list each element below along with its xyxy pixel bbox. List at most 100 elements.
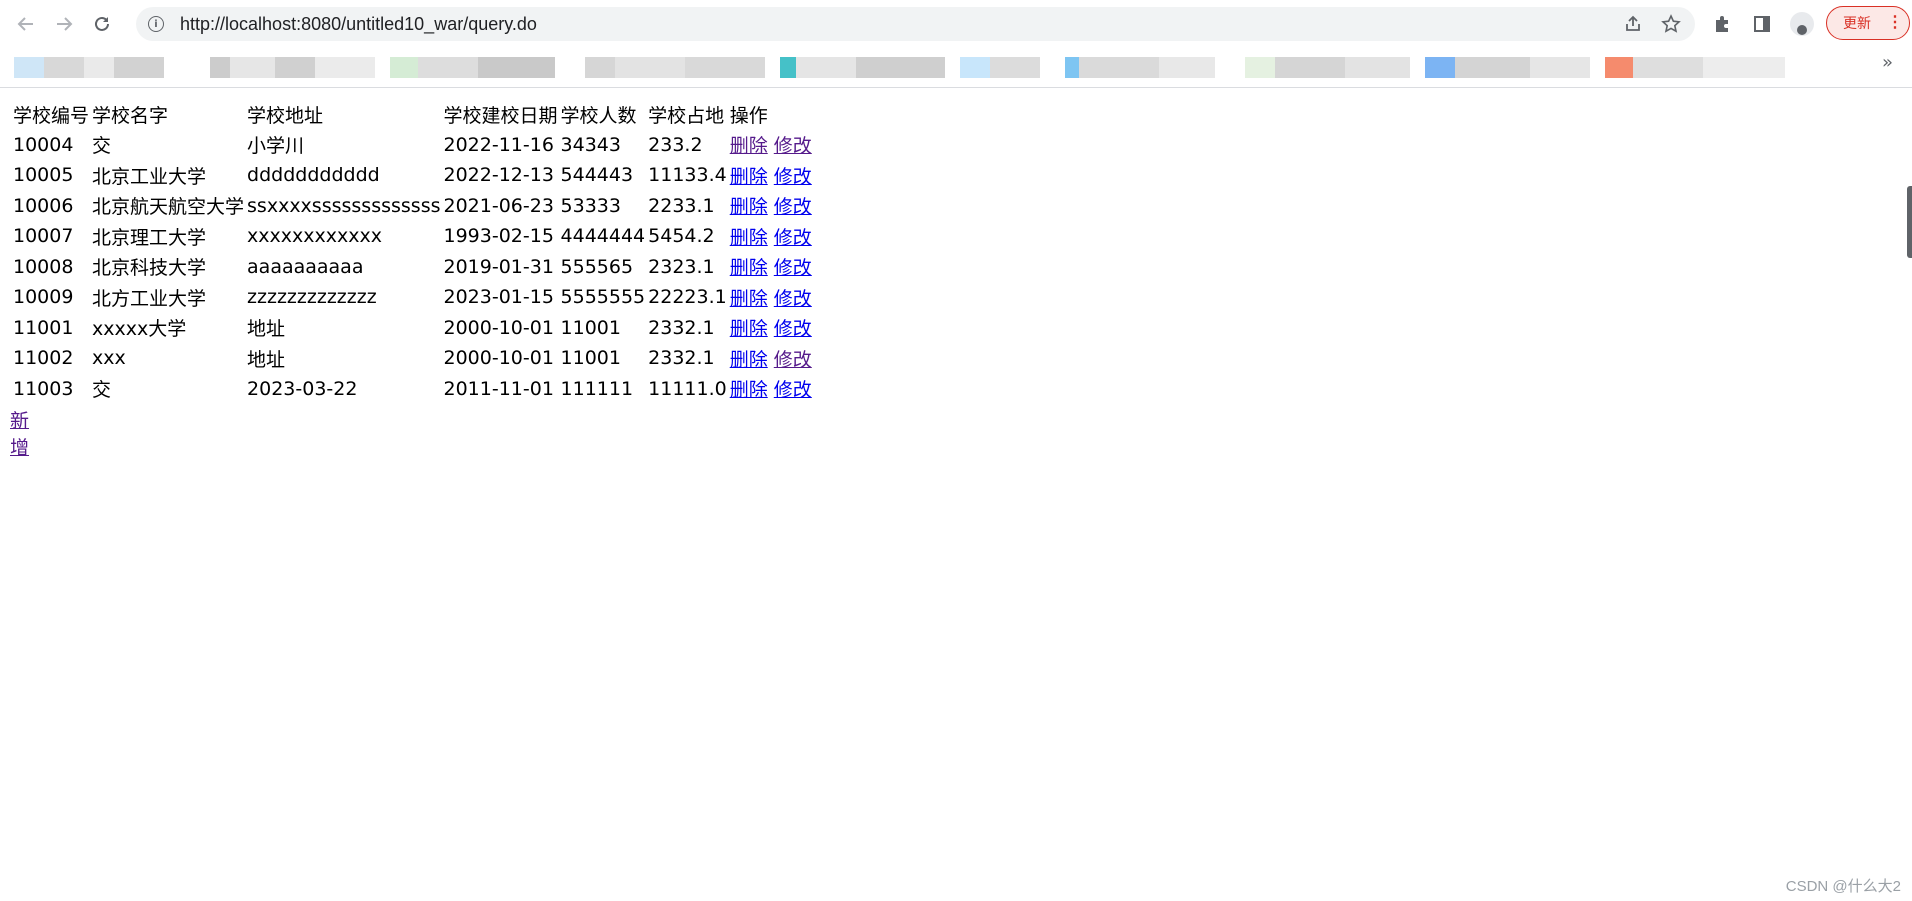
cell-student-count: 555565: [560, 255, 634, 278]
cell-actions: 删除 修改: [730, 160, 812, 191]
bookmark-item[interactable]: [960, 57, 1040, 78]
cell-school-name: 北京工业大学: [92, 165, 207, 188]
bookmark-item[interactable]: [780, 57, 945, 78]
edit-link[interactable]: 修改: [774, 318, 812, 340]
header-founded-date: 学校建校日期: [443, 104, 558, 127]
cell-school-id: 10007: [13, 225, 74, 248]
cell-area: 233.2: [648, 133, 703, 156]
address-bar[interactable]: i http://localhost:8080/untitled10_war/q…: [136, 7, 1695, 41]
edit-link[interactable]: 修改: [774, 166, 812, 188]
header-actions: 操作: [729, 104, 768, 127]
cell-school-address: 地址: [247, 318, 286, 341]
cell-founded-date: 1993-02-15: [443, 225, 554, 248]
cell-founded-date: 2021-06-23: [443, 194, 554, 217]
cell-founded-date: 2011-11-01: [443, 377, 554, 400]
cell-founded-date: 2022-12-13: [443, 164, 554, 187]
table-row: 11002 xxx 地址 2000-10-01 11001 2332.1 删除 修改: [13, 343, 812, 374]
edit-link[interactable]: 修改: [774, 196, 812, 218]
cell-school-id: 11001: [13, 316, 74, 339]
header-area: 学校占地: [648, 104, 725, 127]
bookmark-item[interactable]: [14, 57, 164, 78]
header-school-id: 学校编号: [13, 104, 90, 127]
cell-school-address: ddddddddddd: [247, 164, 380, 187]
update-button[interactable]: 更新 ⋮: [1826, 6, 1910, 40]
edit-link[interactable]: 修改: [774, 379, 812, 401]
bookmark-item[interactable]: [1245, 57, 1410, 78]
cell-student-count: 11001: [560, 347, 621, 370]
cell-actions: 删除 修改: [730, 282, 812, 313]
edit-link[interactable]: 修改: [774, 288, 812, 310]
star-icon[interactable]: [1657, 10, 1685, 38]
cell-school-id: 11002: [13, 347, 74, 370]
profile-icon[interactable]: [1786, 8, 1818, 40]
kebab-menu-icon[interactable]: ⋮: [1887, 15, 1903, 31]
delete-link[interactable]: 删除: [730, 349, 768, 371]
cell-actions: 删除 修改: [730, 191, 812, 222]
delete-link[interactable]: 删除: [730, 288, 768, 310]
cell-school-name: 北京科技大学: [92, 257, 207, 280]
extension-area: [1706, 8, 1818, 40]
delete-link[interactable]: 删除: [730, 227, 768, 249]
school-table: 学校编号 学校名字 学校地址 学校建校日期 学校人数 学校占地 操作 10004…: [10, 99, 815, 404]
cell-founded-date: 2019-01-31: [443, 255, 554, 278]
puzzle-icon[interactable]: [1706, 8, 1738, 40]
cell-school-id: 10004: [13, 133, 74, 156]
cell-school-name: xxx: [92, 347, 126, 370]
cell-actions: 删除 修改: [730, 130, 812, 161]
cell-area: 5454.2: [648, 225, 715, 248]
scrollbar-thumb[interactable]: [1907, 186, 1912, 258]
side-panel-icon[interactable]: [1746, 8, 1778, 40]
cell-student-count: 4444444: [560, 225, 646, 248]
edit-link[interactable]: 修改: [774, 257, 812, 279]
cell-area: 2332.1: [648, 347, 715, 370]
cell-school-address: 地址: [247, 348, 286, 371]
delete-link[interactable]: 删除: [730, 166, 768, 188]
bookmark-item[interactable]: [1065, 57, 1215, 78]
arrow-right-icon[interactable]: [48, 8, 80, 40]
cell-area: 2233.1: [648, 194, 715, 217]
bookmark-item[interactable]: [390, 57, 555, 78]
cell-school-name: 交: [92, 379, 112, 402]
cell-student-count: 111111: [560, 377, 634, 400]
arrow-left-icon[interactable]: [10, 8, 42, 40]
table-row: 10009 北方工业大学 zzzzzzzzzzzzz 2023-01-15 555555…: [13, 282, 812, 313]
edit-link[interactable]: 修改: [774, 227, 812, 249]
cell-student-count: 544443: [560, 164, 634, 187]
table-row: 11003 交 2023-03-22 2011-11-01 111111 11111.0 删…: [13, 374, 812, 405]
url-text[interactable]: http://localhost:8080/untitled10_war/que…: [180, 14, 537, 35]
cell-school-id: 10005: [13, 164, 74, 187]
cell-school-address: xxxxxxxxxxxx: [247, 225, 382, 248]
cell-actions: 删除 修改: [730, 374, 812, 405]
cell-area: 11133.4: [648, 164, 727, 187]
watermark: CSDN @什么大2: [1785, 878, 1901, 895]
cell-actions: 删除 修改: [730, 343, 812, 374]
cell-school-name: 北京航天航空大学: [92, 196, 245, 219]
bookmark-item[interactable]: [1425, 57, 1590, 78]
edit-link[interactable]: 修改: [774, 349, 812, 371]
delete-link[interactable]: 删除: [730, 257, 768, 279]
delete-link[interactable]: 删除: [730, 379, 768, 401]
delete-link[interactable]: 删除: [730, 318, 768, 340]
add-link[interactable]: 新增: [10, 406, 29, 460]
reload-icon[interactable]: [86, 8, 118, 40]
delete-link[interactable]: 删除: [730, 135, 768, 157]
cell-actions: 删除 修改: [730, 313, 812, 344]
cell-school-name: 交: [92, 135, 112, 158]
cell-school-id: 10008: [13, 255, 74, 278]
table-row: 10004 交 小学川 2022-11-16 34343 233.2 删除 修改: [13, 130, 812, 161]
bookmark-item[interactable]: [585, 57, 765, 78]
header-school-name: 学校名字: [92, 104, 169, 127]
delete-link[interactable]: 删除: [730, 196, 768, 218]
edit-link[interactable]: 修改: [774, 135, 812, 157]
chevron-double-right-icon[interactable]: »: [1882, 52, 1893, 73]
bookmark-item[interactable]: [210, 57, 375, 78]
cell-area: 22223.1: [648, 286, 727, 309]
info-icon[interactable]: i: [148, 16, 164, 32]
cell-school-address: ssxxxxsssssssssssss: [247, 194, 441, 217]
share-icon[interactable]: [1619, 10, 1647, 38]
bookmark-item[interactable]: [1605, 57, 1785, 78]
table-header-row: 学校编号 学校名字 学校地址 学校建校日期 学校人数 学校占地 操作: [13, 99, 812, 130]
table-row: 11001 xxxxx大学 地址 2000-10-01 11001 2332.1 删除 修改: [13, 313, 812, 344]
cell-student-count: 11001: [560, 316, 621, 339]
cell-school-address: 2023-03-22: [247, 377, 358, 400]
